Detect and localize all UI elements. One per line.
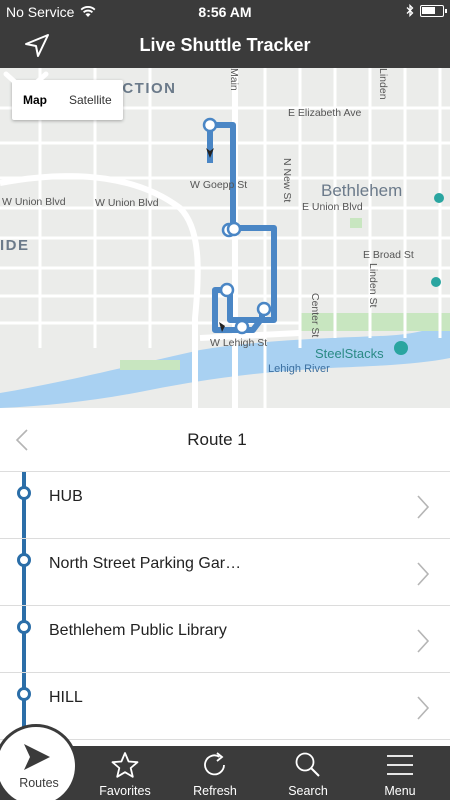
map-stop-marker[interactable] — [234, 319, 250, 335]
map-label-w-union-left: W Union Blvd — [2, 196, 66, 208]
refresh-icon — [204, 752, 225, 776]
tab-refresh[interactable]: Refresh — [170, 746, 260, 800]
stop-dot — [17, 620, 31, 634]
collapse-map-chevron-icon[interactable] — [0, 68, 52, 98]
tab-label: Refresh — [193, 784, 237, 798]
tab-search[interactable]: Search — [263, 746, 353, 800]
map-label-ide: IDE — [0, 237, 30, 254]
map-stop-marker[interactable] — [219, 282, 235, 298]
search-icon — [295, 752, 320, 777]
map-stop-marker[interactable] — [256, 301, 272, 317]
poi-pin-icon[interactable] — [434, 193, 444, 203]
star-icon — [111, 752, 139, 778]
map-stop-marker[interactable] — [226, 221, 242, 237]
stop-dot — [17, 553, 31, 567]
map-label-w-goepp: W Goepp St — [190, 179, 247, 191]
map-label-e-broad: E Broad St — [363, 249, 414, 261]
tab-label: Search — [288, 784, 328, 798]
map-label-center: Center St — [309, 293, 321, 337]
map-label-main: Main — [228, 68, 240, 91]
map-label-w-union-mid: W Union Blvd — [95, 197, 159, 209]
status-right — [406, 4, 447, 17]
list-item-stop[interactable]: Bethlehem Public Library — [0, 606, 450, 673]
stop-name: HUB — [49, 488, 83, 505]
stop-name: Bethlehem Public Library — [49, 622, 227, 639]
stop-name: North Street Parking Gar… — [49, 555, 242, 572]
chevron-right-icon — [417, 696, 430, 720]
bluetooth-icon — [406, 4, 414, 17]
list-item-stop[interactable]: HILL — [0, 673, 450, 740]
list-item-stop[interactable]: North Street Parking Gar… — [0, 539, 450, 606]
poi-pin-icon[interactable] — [431, 277, 441, 287]
chevron-right-icon — [417, 495, 430, 519]
stop-dot — [17, 486, 31, 500]
tab-label: Routes — [19, 776, 59, 790]
routes-icon — [24, 744, 50, 770]
map-label-steelstacks: SteelStacks — [315, 346, 384, 361]
status-bar: No Service 8:56 AM — [0, 0, 450, 24]
map-label-bethlehem: Bethlehem — [321, 181, 402, 200]
map-type-satellite-button[interactable]: Satellite — [58, 80, 123, 120]
map-label-lehigh-river: Lehigh River — [268, 363, 330, 375]
map-stop-marker[interactable] — [202, 117, 218, 133]
status-time: 8:56 AM — [198, 4, 252, 20]
park-area — [120, 360, 180, 370]
menu-icon — [387, 755, 413, 775]
map-view[interactable]: NCTION Bethlehem E Elizabeth Ave W Union… — [0, 68, 450, 408]
battery-icon — [420, 4, 447, 17]
park-area — [350, 218, 362, 228]
list-item-stop[interactable]: HUB — [0, 472, 450, 539]
map-label-e-union: E Union Blvd — [302, 201, 363, 213]
app-header: Live Shuttle Tracker — [0, 24, 450, 68]
tab-favorites[interactable]: Favorites — [80, 746, 170, 800]
map-label-linden: Linden St — [367, 263, 379, 307]
tab-label: Favorites — [99, 784, 151, 798]
map-label-e-elizabeth: E Elizabeth Ave — [288, 107, 362, 119]
tab-menu[interactable]: Menu — [355, 746, 445, 800]
map-label-linden-top: Linden — [377, 68, 389, 100]
stop-name: HILL — [49, 689, 83, 706]
route-title: Route 1 — [187, 430, 247, 449]
steelstacks-pin-icon[interactable] — [394, 341, 408, 355]
tab-label: Menu — [384, 784, 416, 798]
map-label-n-new: N New St — [281, 158, 293, 202]
park-area — [300, 313, 450, 331]
route-selector: Route 1 — [0, 408, 450, 472]
chevron-right-icon — [417, 562, 430, 586]
chevron-right-icon — [417, 629, 430, 653]
map-label-w-lehigh: W Lehigh St — [210, 337, 267, 349]
stop-dot — [17, 687, 31, 701]
page-title: Live Shuttle Tracker — [139, 35, 311, 55]
stops-list: HUB North Street Parking Gar… Bethlehem … — [0, 472, 450, 746]
